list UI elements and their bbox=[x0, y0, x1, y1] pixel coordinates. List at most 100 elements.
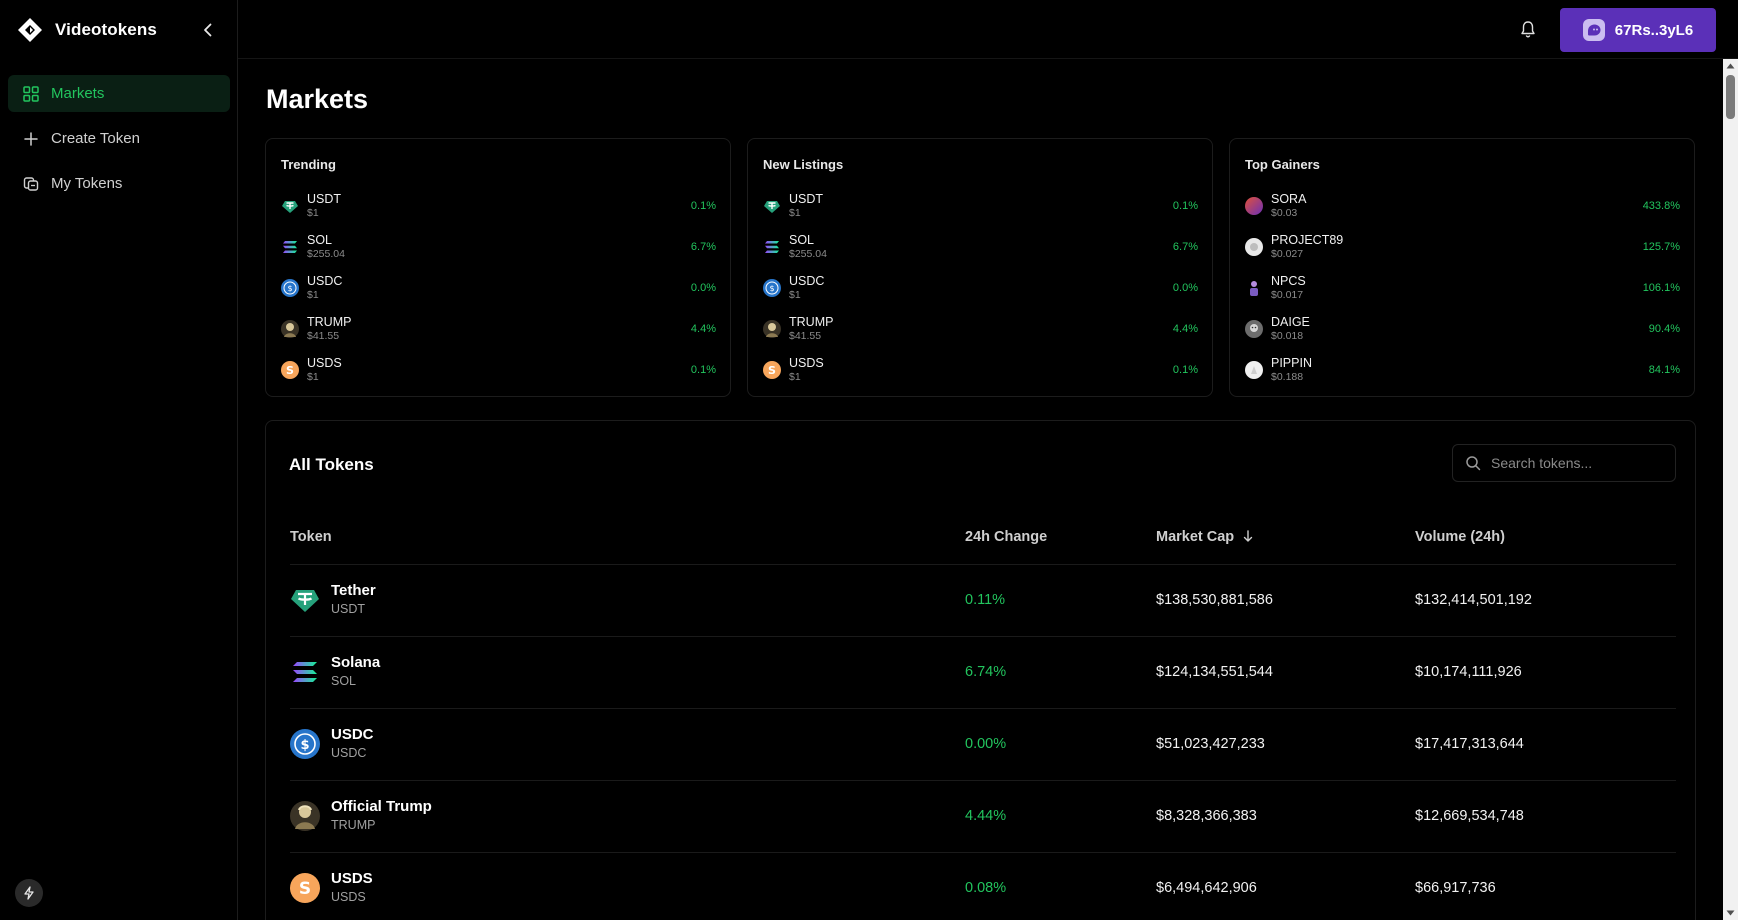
diamond-logo-icon bbox=[17, 17, 43, 43]
table-body: Tether USDT 0.11% $138,530,881,586 $132,… bbox=[290, 565, 1676, 920]
token-change: 4.44% bbox=[965, 808, 1007, 824]
token-market-cap: $6,494,642,906 bbox=[1156, 880, 1257, 896]
sidebar-item-my-tokens[interactable]: My Tokens bbox=[8, 165, 230, 202]
table-row[interactable]: S USDS USDS 0.08% $6,494,642,906 $66,917… bbox=[290, 853, 1676, 920]
token-change: 0.11% bbox=[965, 592, 1006, 608]
col-volume[interactable]: Volume (24h) bbox=[1415, 509, 1505, 565]
token-symbol: TRUMP bbox=[789, 314, 834, 329]
token-price: $41.55 bbox=[789, 329, 822, 342]
list-item[interactable]: USDT $1 0.1% bbox=[281, 185, 716, 226]
token-change: 90.4% bbox=[1648, 322, 1680, 335]
table-row[interactable]: Solana SOL 6.74% $124,134,551,544 $10,17… bbox=[290, 637, 1676, 709]
search-input[interactable] bbox=[1491, 455, 1661, 471]
token-change: 4.4% bbox=[690, 322, 716, 335]
svg-text:$: $ bbox=[287, 284, 292, 293]
scroll-thumb[interactable] bbox=[1726, 75, 1735, 119]
token-change: 0.1% bbox=[1172, 363, 1198, 376]
list-item[interactable]: PIPPIN $0.188 84.1% bbox=[1245, 349, 1680, 390]
list-item[interactable]: SORA $0.03 433.8% bbox=[1245, 185, 1680, 226]
token-name: USDC bbox=[331, 726, 374, 743]
npcs-icon bbox=[1245, 279, 1263, 297]
list-item[interactable]: NPCS $0.017 106.1% bbox=[1245, 267, 1680, 308]
svg-text:S: S bbox=[299, 879, 311, 899]
search-icon bbox=[1466, 456, 1481, 471]
col-market-cap[interactable]: Market Cap bbox=[1156, 509, 1253, 565]
token-price: $1 bbox=[307, 206, 319, 219]
token-change: 4.4% bbox=[1172, 322, 1198, 335]
token-symbol: NPCS bbox=[1271, 273, 1306, 288]
col-token[interactable]: Token bbox=[290, 509, 332, 565]
token-change: 0.0% bbox=[1172, 281, 1198, 294]
token-change: 0.08% bbox=[965, 880, 1007, 896]
list-item[interactable]: $ USDC $1 0.0% bbox=[281, 267, 716, 308]
svg-text:S: S bbox=[286, 364, 294, 377]
col-market-cap-label: Market Cap bbox=[1156, 529, 1235, 545]
scroll-up-arrow-icon[interactable] bbox=[1723, 59, 1738, 73]
token-price: $0.018 bbox=[1271, 329, 1304, 342]
trending-card: Trending USDT $1 0.1% SOL $255.04 6.7% $ U… bbox=[265, 138, 731, 397]
token-volume: $66,917,736 bbox=[1415, 880, 1496, 896]
page-title: Markets bbox=[266, 84, 369, 114]
token-price: $0.188 bbox=[1271, 370, 1304, 383]
project89-icon bbox=[1245, 237, 1263, 256]
token-symbol: USDT bbox=[331, 602, 366, 616]
token-symbol: SOL bbox=[789, 232, 815, 247]
list-item[interactable]: TRUMP $41.55 4.4% bbox=[763, 308, 1198, 349]
list-item[interactable]: TRUMP $41.55 4.4% bbox=[281, 308, 716, 349]
tether-icon bbox=[763, 197, 781, 215]
svg-text:$: $ bbox=[300, 738, 309, 753]
list-item[interactable]: $ USDC $1 0.0% bbox=[763, 267, 1198, 308]
card-list: SORA $0.03 433.8% PROJECT89 $0.027 125.7% … bbox=[1245, 185, 1680, 390]
token-symbol: SORA bbox=[1271, 191, 1307, 206]
ghost-wallet-icon bbox=[1582, 19, 1605, 41]
lightning-icon[interactable] bbox=[15, 879, 43, 907]
trump-icon bbox=[281, 319, 299, 338]
token-symbol: PIPPIN bbox=[1271, 355, 1312, 370]
trump-icon bbox=[290, 801, 320, 831]
sidebar-item-label: My Tokens bbox=[51, 175, 123, 192]
wallet-button[interactable]: 67Rs..3yL6 bbox=[1560, 8, 1716, 52]
sidebar-item-markets[interactable]: Markets bbox=[8, 75, 230, 112]
token-market-cap: $138,530,881,586 bbox=[1156, 592, 1273, 608]
topbar: 67Rs..3yL6 bbox=[238, 0, 1738, 59]
svg-text:S: S bbox=[768, 364, 776, 377]
solana-icon bbox=[281, 238, 299, 256]
token-change: 84.1% bbox=[1648, 363, 1680, 376]
token-change: 0.0% bbox=[690, 281, 716, 294]
col-24h-change[interactable]: 24h Change bbox=[965, 509, 1047, 565]
all-tokens-title: All Tokens bbox=[289, 455, 374, 474]
list-item[interactable]: USDT $1 0.1% bbox=[763, 185, 1198, 226]
new-listings-card: New Listings USDT $1 0.1% SOL $255.04 6.7%… bbox=[747, 138, 1213, 397]
token-name: USDS bbox=[331, 870, 373, 887]
token-symbol: USDC bbox=[789, 273, 825, 288]
sidebar-item-create-token[interactable]: Create Token bbox=[8, 120, 230, 157]
bell-icon[interactable] bbox=[1517, 18, 1539, 40]
list-item[interactable]: SOL $255.04 6.7% bbox=[763, 226, 1198, 267]
scroll-down-arrow-icon[interactable] bbox=[1723, 906, 1738, 920]
token-symbol: PROJECT89 bbox=[1271, 232, 1344, 247]
brand[interactable]: Videotokens bbox=[17, 17, 157, 43]
list-item[interactable]: S USDS $1 0.1% bbox=[763, 349, 1198, 390]
collapse-sidebar-button[interactable] bbox=[198, 19, 218, 41]
tether-icon bbox=[290, 585, 320, 615]
table-row[interactable]: $ USDC USDC 0.00% $51,023,427,233 $17,41… bbox=[290, 709, 1676, 781]
page-scrollbar[interactable] bbox=[1723, 59, 1738, 920]
solana-icon bbox=[763, 238, 781, 256]
token-symbol: USDS bbox=[789, 355, 824, 370]
token-price: $41.55 bbox=[307, 329, 340, 342]
list-item[interactable]: S USDS $1 0.1% bbox=[281, 349, 716, 390]
list-item[interactable]: PROJECT89 $0.027 125.7% bbox=[1245, 226, 1680, 267]
token-price: $1 bbox=[307, 370, 319, 383]
token-volume: $10,174,111,926 bbox=[1415, 664, 1522, 680]
table-row[interactable]: Tether USDT 0.11% $138,530,881,586 $132,… bbox=[290, 565, 1676, 637]
card-title: Trending bbox=[281, 157, 336, 172]
card-list: USDT $1 0.1% SOL $255.04 6.7% $ USDC $1 0.0… bbox=[763, 185, 1198, 390]
token-market-cap: $8,328,366,383 bbox=[1156, 808, 1257, 824]
table-row[interactable]: Official Trump TRUMP 4.44% $8,328,366,38… bbox=[290, 781, 1676, 853]
top-gainers-card: Top Gainers SORA $0.03 433.8% PROJECT89 $0… bbox=[1229, 138, 1695, 397]
list-item[interactable]: DAIGE $0.018 90.4% bbox=[1245, 308, 1680, 349]
token-volume: $12,669,534,748 bbox=[1415, 808, 1524, 824]
list-item[interactable]: SOL $255.04 6.7% bbox=[281, 226, 716, 267]
search-box[interactable] bbox=[1452, 444, 1676, 482]
svg-text:$: $ bbox=[769, 284, 774, 293]
